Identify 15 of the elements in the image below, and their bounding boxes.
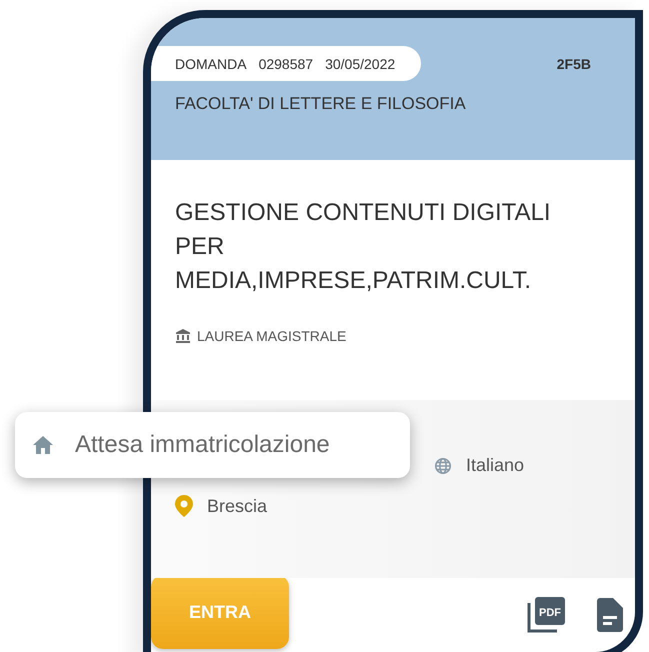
location-text: Brescia: [207, 496, 268, 516]
faculty-name: FACOLTA' DI LETTERE E FILOSOFIA: [175, 94, 467, 114]
course-title: GESTIONE CONTENUTI DIGITALI PER MEDIA,IMPRESE,PATRIM.CULT.: [175, 198, 552, 296]
application-number: 0298587: [258, 56, 314, 72]
application-label: DOMANDA: [175, 56, 247, 72]
application-date: 30/05/2022: [325, 56, 396, 72]
document-icon[interactable]: [597, 598, 623, 632]
application-code: 2F5B: [556, 56, 591, 72]
language-text: Italiano: [466, 455, 524, 476]
status-text: Attesa immatricolazione: [75, 431, 330, 459]
location-pin-icon: [175, 495, 193, 517]
globe-icon: [434, 456, 452, 474]
institution-icon: [175, 328, 191, 344]
degree-type: LAUREA MAGISTRALE: [197, 328, 346, 344]
home-icon: [33, 436, 53, 454]
